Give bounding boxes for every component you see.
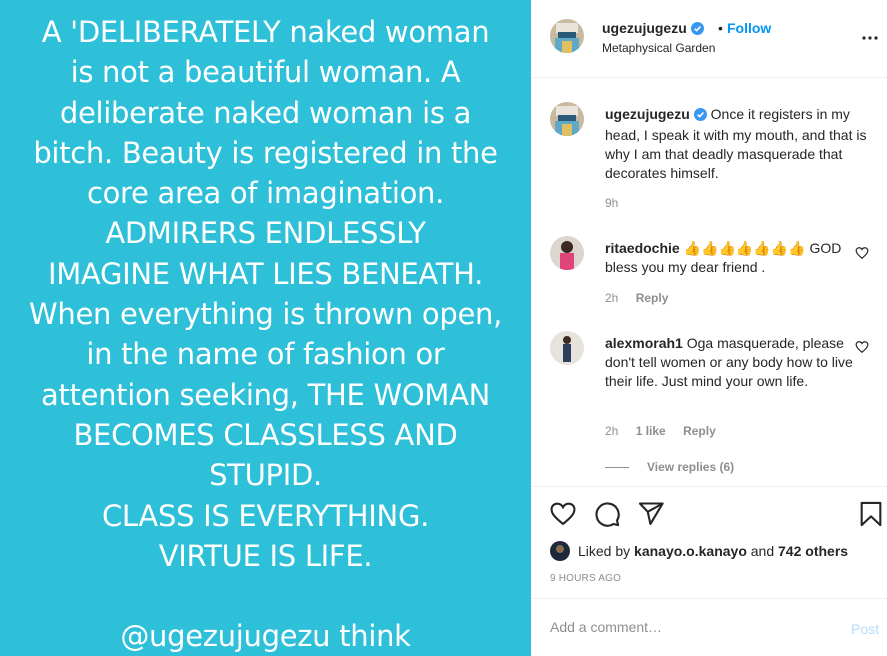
liked-by-prefix: Liked by — [578, 543, 631, 559]
liked-by-user[interactable]: kanayo.o.kanayo — [634, 543, 747, 559]
reply-button[interactable]: Reply — [683, 424, 716, 438]
likes-summary: Liked by kanayo.o.kanayo and 742 others — [550, 541, 848, 561]
view-replies-button[interactable]: View replies (6) — [605, 460, 734, 474]
comment-like-heart-icon[interactable] — [855, 340, 869, 354]
more-horizontal-icon[interactable] — [860, 28, 880, 48]
view-replies-line — [605, 467, 629, 469]
post-location[interactable]: Metaphysical Garden — [602, 41, 715, 55]
post-image[interactable]: A 'DELIBERATELY naked woman is not a bea… — [0, 0, 531, 656]
comment-text-block: ritaedochie 👍👍👍👍👍👍👍 GOD bless you my dea… — [605, 239, 867, 277]
verified-badge-icon — [693, 107, 707, 126]
separator-dot: • — [718, 20, 723, 36]
comment-icon[interactable] — [593, 500, 621, 528]
heart-icon[interactable] — [549, 500, 577, 528]
comment-text-block: alexmorah1 Oga masquerade, please don't … — [605, 334, 867, 391]
author-username[interactable]: ugezujugezu — [602, 20, 704, 38]
add-comment-bar: Post — [531, 598, 887, 656]
likes-count-others[interactable]: 742 others — [778, 543, 848, 559]
comment-like-count[interactable]: 1 like — [636, 424, 666, 438]
commenter-avatar[interactable] — [550, 236, 584, 270]
view-replies-label: View replies (6) — [647, 460, 735, 474]
comment-username[interactable]: alexmorah1 — [605, 335, 683, 351]
caption-username[interactable]: ugezujugezu — [605, 106, 690, 122]
follow-button[interactable]: Follow — [727, 20, 771, 36]
comment-time[interactable]: 2h — [605, 424, 618, 438]
commenter-avatar[interactable] — [550, 331, 584, 365]
verified-badge-icon — [690, 22, 704, 38]
comment-meta: 2h Reply — [605, 291, 682, 305]
author-username-text: ugezujugezu — [602, 20, 687, 36]
post-time-ago[interactable]: 9 HOURS AGO — [550, 573, 621, 584]
post-side-panel: ugezujugezu • Follow Metaphysical Garden… — [531, 0, 887, 656]
post-comment-button[interactable]: Post — [851, 621, 879, 637]
caption-meta: 9h — [605, 196, 632, 210]
caption-time[interactable]: 9h — [605, 196, 618, 210]
reply-button[interactable]: Reply — [636, 291, 669, 305]
comment-username[interactable]: ritaedochie — [605, 240, 680, 256]
comment-meta: 2h 1 like Reply — [605, 424, 730, 438]
comment-time[interactable]: 2h — [605, 291, 618, 305]
liker-avatar[interactable] — [550, 541, 570, 561]
post-header: ugezujugezu • Follow Metaphysical Garden — [531, 0, 887, 78]
caption-text-block: ugezujugezu Once it registers in my head… — [605, 105, 867, 183]
caption-avatar[interactable] — [550, 102, 584, 136]
post-image-text: A 'DELIBERATELY naked woman is not a bea… — [28, 15, 502, 654]
author-avatar[interactable] — [550, 19, 584, 53]
comment-like-heart-icon[interactable] — [855, 246, 869, 260]
liked-by-and: and — [750, 543, 775, 559]
add-comment-input[interactable] — [550, 619, 830, 635]
send-icon[interactable] — [637, 500, 665, 528]
actions-divider — [531, 486, 887, 487]
bookmark-icon[interactable] — [857, 500, 885, 528]
